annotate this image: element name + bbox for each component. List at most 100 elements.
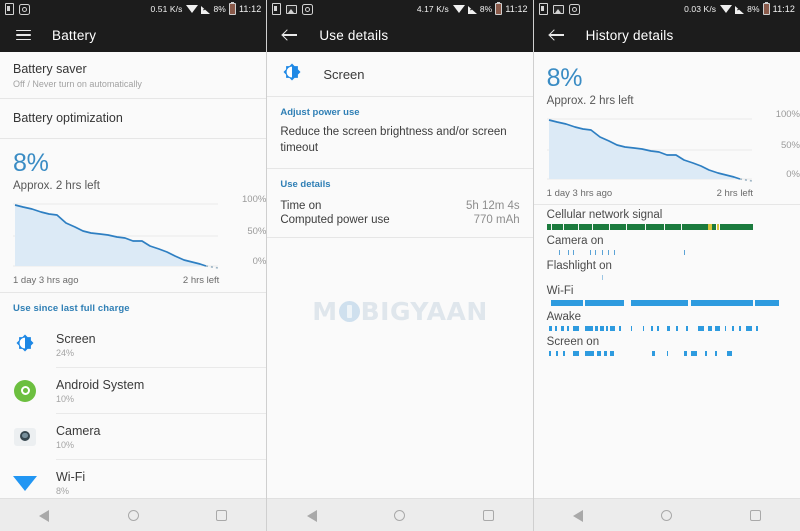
timeline-bar-cellular [546,224,787,230]
row-battery-saver[interactable]: Battery saver Off / Never turn on automa… [0,52,267,98]
app-bar: Use details [267,18,533,52]
chart-x-axis: 1 day 3 hrs ago 2 hrs left [534,185,800,199]
app-percent: 10% [56,440,75,450]
app-name: Android System [56,378,145,392]
battery-approx: Approx. 2 hrs left [13,180,100,192]
signal-icon [467,5,477,14]
back-arrow-icon[interactable] [546,24,568,46]
battery-approx: Approx. 2 hrs left [546,95,634,107]
camera-icon [13,425,37,449]
app-name: Camera [56,424,101,438]
section-header-use-since-full-charge: Use since last full charge [13,303,130,314]
panel-battery: 0.51 K/s 8% 11:12 Battery Battery saver … [0,0,267,531]
nav-back-button[interactable] [292,499,332,531]
list-item-meta: Android System 10% [56,377,144,404]
timeline-bar-awake [547,326,787,331]
timeline-label: Camera on [546,235,604,247]
nav-recents-button[interactable] [202,499,242,531]
battery-percent: 8% [546,64,583,92]
nav-home-button[interactable] [113,499,153,531]
timeline-label: Wi-Fi [546,285,574,297]
y-tick-50: 50% [247,226,267,237]
battery-chart-svg [13,203,219,269]
signal-icon [735,5,745,14]
table-row: Time on 5h 12m 4s [267,199,532,213]
app-percent: 8% [56,486,70,496]
battery-percent-block: 8% Approx. 2 hrs left [0,139,266,196]
clock: 11:12 [505,4,528,14]
nav-back-button[interactable] [558,499,598,531]
timeline-row-camera: Camera on [547,233,787,255]
timeline-bar-screen-on [547,351,787,356]
battery-percent: 8% [13,149,49,177]
watermark-pre: M [312,297,338,326]
watermark-o-glyph [338,301,360,322]
timeline-bar-flashlight [547,275,787,280]
hamburger-icon[interactable] [12,24,34,46]
adjust-power-use-header: Adjust power use [280,107,360,118]
navigation-bar [533,498,800,531]
battery-saver-title: Battery saver [13,62,87,76]
timeline-row-cellular: Cellular network signal [546,207,787,230]
adjust-power-use-text: Reduce the screen brightness and/or scre… [280,126,507,154]
timeline-label: Cellular network signal [546,209,663,221]
timeline-bar-wifi [547,300,787,306]
header-item-label: Screen [323,66,365,82]
list-item[interactable]: Screen 24% [0,322,266,367]
nav-back-button[interactable] [24,499,64,531]
battery-chart: 100% 50% 0% [534,109,800,185]
use-details-content: Screen Adjust power use Reduce the scree… [267,52,533,498]
y-tick-50: 50% [780,140,800,151]
timeline-bar-camera [547,250,787,255]
wifi-icon [720,5,733,13]
timeline-row-screen-on: Screen on [547,334,787,356]
app-percent: 10% [56,394,75,404]
nav-home-button[interactable] [380,499,420,531]
use-details-header: Use details [280,179,331,190]
history-details-content: 8% Approx. 2 hrs left 100% 50% 0% 1 day … [533,52,800,498]
list-item[interactable]: Camera 10% [0,414,266,459]
page-title: Use details [319,27,389,43]
timeline-row-wifi: Wi-Fi [547,283,787,306]
instagram-icon [568,3,580,15]
detail-value: 5h 12m 4s [465,200,520,212]
status-bar-right: 0.51 K/s 8% 11:12 [150,2,261,15]
detail-key: Computed power use [280,214,390,226]
detail-value: 770 mAh [473,214,520,226]
app-bar: Battery [0,18,267,52]
status-bar-right: 0.03 K/s 8% 11:12 [684,2,795,15]
sim-icon [272,3,282,15]
status-bar: 0.51 K/s 8% 11:12 [0,0,267,18]
photo-icon [552,4,564,14]
row-battery-optimization[interactable]: Battery optimization [0,99,267,138]
nav-home-button[interactable] [647,499,687,531]
page-title: Battery [52,27,97,43]
signal-icon [201,5,211,14]
timeline-row-awake: Awake [547,309,787,331]
timeline-label: Flashlight on [546,260,612,272]
watermark-post: BIGYAAN [360,297,488,326]
nav-recents-button[interactable] [468,499,508,531]
android-gear-icon [13,379,37,403]
status-bar-left [5,3,30,15]
three-panel-screenshot: 0.51 K/s 8% 11:12 Battery Battery saver … [0,0,800,531]
wifi-icon [13,471,37,495]
battery-saver-subtitle: Off / Never turn on automatically [13,79,142,89]
status-bar: 4.17 K/s 8% 11:12 [267,0,533,18]
y-tick-100: 100% [242,194,267,205]
back-arrow-icon[interactable] [279,24,301,46]
list-item[interactable]: Wi-Fi 8% [0,460,266,498]
status-bar-left [538,3,580,15]
battery-icon [495,2,503,15]
chart-start-label: 1 day 3 hrs ago [13,275,79,286]
clock: 11:12 [772,4,795,14]
status-bar: 0.03 K/s 8% 11:12 [533,0,800,18]
list-item[interactable]: Android System 10% [0,368,266,413]
list-item-meta: Wi-Fi 8% [56,469,85,496]
sim-icon [5,3,14,15]
y-tick-0: 0% [252,256,267,267]
chart-end-label: 2 hrs left [182,275,220,286]
sim-icon [538,3,548,15]
nav-recents-button[interactable] [736,499,776,531]
table-row: Computed power use 770 mAh [267,213,532,227]
